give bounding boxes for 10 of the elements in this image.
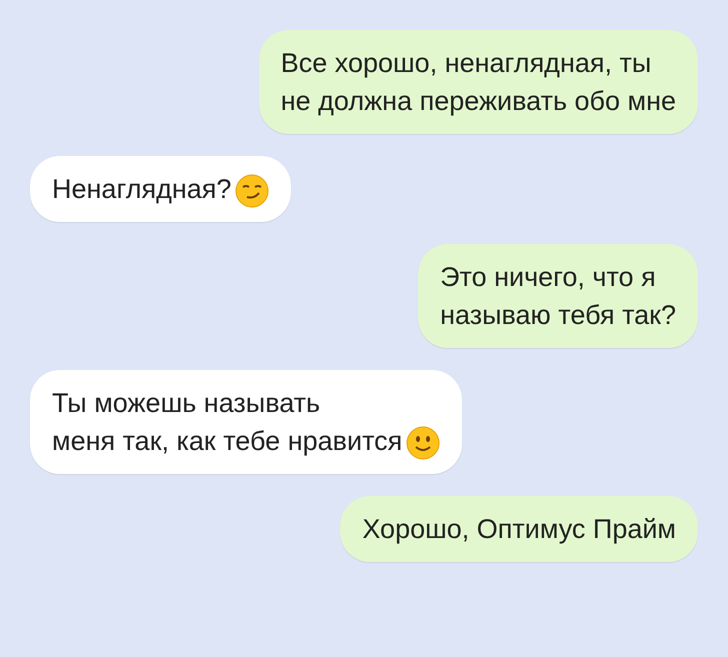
smiling-face-icon	[406, 426, 440, 460]
message-text: Ненаглядная?	[52, 173, 232, 206]
smirking-face-icon	[235, 174, 270, 208]
message-text: Все хорошо, ненаглядная, ты	[280, 47, 652, 80]
message-text: называю тебя так?	[440, 299, 676, 332]
message-text: Хорошо, Оптимус Прайм	[362, 513, 676, 546]
message-text: не должна переживать обо мне	[280, 85, 676, 118]
message-text: меня так, как тебе нравится	[52, 425, 402, 458]
message-text: Ты можешь называть	[52, 387, 322, 420]
message-text: Это ничего, что я	[440, 261, 657, 294]
